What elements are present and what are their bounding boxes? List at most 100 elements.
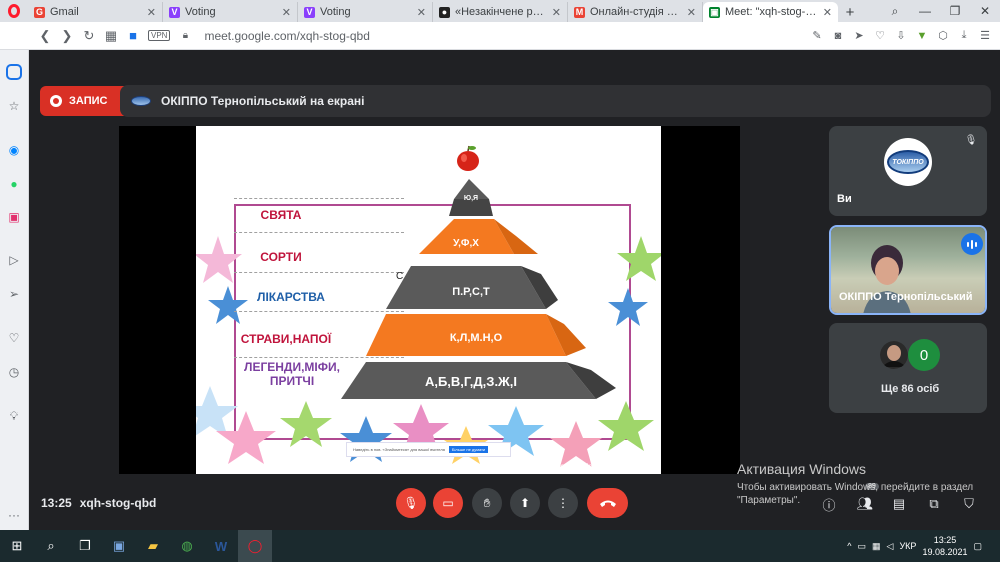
opera-menu-button[interactable] (0, 0, 28, 22)
instagram-icon[interactable]: ▣ (4, 207, 24, 227)
browser-tab[interactable]: ● «Незакінчене речення» ✕ (433, 2, 568, 22)
tab-title: Voting (320, 6, 351, 18)
maximize-button[interactable]: ❐ (940, 0, 970, 22)
word-icon[interactable]: W (204, 530, 238, 562)
gmail-icon: G (34, 6, 45, 18)
presenter-tile[interactable]: ОКІППО Тернопільський (829, 225, 987, 315)
url-field[interactable]: meet.google.com/xqh-stog-qbd (204, 29, 369, 43)
ad-banner: Наведіть в пов. «Знайомтеся» для вашої в… (346, 442, 511, 457)
present-button[interactable]: ⬆ (510, 488, 540, 518)
meeting-time: 13:25 (41, 496, 72, 510)
tray-app-icon[interactable]: ▭ (858, 541, 867, 552)
tray-arrow-icon[interactable]: ^ (847, 541, 851, 551)
camera-toggle-button[interactable]: ▭ (433, 488, 463, 518)
network-icon[interactable]: ▦ (872, 541, 881, 552)
lock-icon[interactable]: 🔒︎ (174, 25, 196, 47)
vpn-badge[interactable]: VPN (148, 30, 171, 41)
windows-taskbar: ⊞ ⌕ ❐ ▣ ▰ ◍ W ◯ ^ ▭ ▦ ◁ УКР 13:25 19.08.… (0, 530, 1000, 562)
more-icon[interactable]: ··· (4, 505, 24, 525)
self-tile[interactable]: ТОКІППО 🎙︎ Ви (829, 126, 987, 216)
stray-label: С (396, 271, 404, 282)
search-tabs-icon[interactable]: ⌕ (880, 0, 910, 22)
extension-icon[interactable]: ▼ (913, 27, 931, 45)
downloads-icon[interactable]: ⤓ (955, 27, 973, 45)
history-icon[interactable]: ◷ (4, 362, 24, 382)
file-explorer-icon[interactable]: ▰ (136, 530, 170, 562)
opera-taskbar-icon[interactable]: ◯ (238, 530, 272, 562)
phone-hangup-icon (599, 500, 616, 507)
record-icon (50, 95, 62, 107)
participant-name: Ви (837, 193, 852, 205)
browser-tab[interactable]: G Gmail ✕ (28, 2, 163, 22)
voting-icon: V (304, 6, 315, 18)
presentation-stage: СВЯТА СОРТИ ЛІКАРСТВА СТРАВИ,НАПОЇ ЛЕГЕНДИ,М… (119, 126, 740, 474)
search-icon[interactable]: ⌕ (34, 530, 68, 562)
close-tab-icon[interactable]: ✕ (417, 6, 426, 19)
raise-hand-button[interactable]: ✋︎ (472, 488, 502, 518)
screen: G Gmail ✕ V Voting ✕ V Voting ✕ ● «Незакінчене реч… (0, 0, 1000, 562)
mic-toggle-button[interactable]: 🎙︎ (396, 488, 426, 518)
participant-name: ОКІППО Тернопільський (839, 291, 973, 303)
browser-tab[interactable]: M Онлайн-студія з почат ✕ (568, 2, 703, 22)
home-icon[interactable] (6, 64, 22, 80)
close-tab-icon[interactable]: ✕ (552, 6, 561, 19)
clock[interactable]: 13:25 19.08.2021 (922, 534, 967, 558)
okippo-logo-icon: ТОКІППО (884, 138, 932, 186)
save-app-icon[interactable]: ▣ (102, 530, 136, 562)
bookmarks-icon[interactable]: ♡ (4, 328, 24, 348)
volume-icon[interactable]: ◁ (887, 541, 894, 552)
send-sidebar-icon[interactable]: ➢ (4, 284, 24, 304)
whatsapp-icon[interactable]: ● (4, 174, 24, 194)
browser-tab[interactable]: ▣ Meet: "xqh-stog-qbd" ✕ (703, 2, 838, 22)
task-view-icon[interactable]: ❐ (68, 530, 102, 562)
ad-button[interactable]: Більше не думати (448, 446, 489, 453)
player-icon[interactable]: ▷ (4, 250, 24, 270)
system-tray: ^ ▭ ▦ ◁ УКР 13:25 19.08.2021 ▢ (847, 534, 1000, 558)
new-tab-button[interactable]: + (838, 2, 862, 22)
tips-icon[interactable]: 💡︎ (4, 406, 24, 426)
presenting-label: ОКІППО Тернопільський на екрані (161, 94, 365, 108)
speaking-indicator-icon (961, 233, 983, 255)
browser-tab[interactable]: V Voting ✕ (163, 2, 298, 22)
back-button[interactable]: ❮ (34, 25, 56, 47)
language-indicator[interactable]: УКР (899, 541, 916, 551)
close-tab-icon[interactable]: ✕ (823, 6, 832, 19)
close-tab-icon[interactable]: ✕ (147, 6, 156, 19)
heart-icon[interactable]: ♡ (871, 27, 889, 45)
apple-icon (457, 145, 479, 171)
more-options-button[interactable]: ⋮ (548, 488, 578, 518)
notifications-icon[interactable]: ▢ (973, 541, 982, 552)
download-arrow-icon[interactable]: ⇩ (892, 27, 910, 45)
slide-watermark: presentation-creation.ru (553, 462, 638, 471)
menu-icon[interactable]: ☰ (976, 27, 994, 45)
close-tab-icon[interactable]: ✕ (282, 6, 291, 19)
forward-button[interactable]: ❯ (56, 25, 78, 47)
tab-title: «Незакінчене речення» (455, 6, 547, 18)
messenger-icon[interactable]: ◉ (4, 140, 24, 160)
others-tile[interactable]: 0 Ще 86 осіб (829, 323, 987, 413)
browser-tab[interactable]: V Voting ✕ (298, 2, 433, 22)
presenter-logo-icon (131, 96, 151, 106)
leave-call-button[interactable] (587, 488, 628, 518)
tab-grid-icon[interactable]: ▦ (100, 25, 122, 47)
speed-dial-icon[interactable]: ☆ (4, 96, 24, 116)
reload-button[interactable]: ↻ (78, 25, 100, 47)
activation-subtitle: Чтобы активировать Windows, перейдите в … (737, 482, 974, 506)
close-tab-icon[interactable]: ✕ (687, 6, 696, 19)
voting-icon: V (169, 6, 180, 18)
clock-date: 19.08.2021 (922, 547, 968, 557)
chrome-icon[interactable]: ◍ (170, 530, 204, 562)
start-button[interactable]: ⊞ (0, 530, 34, 562)
address-bar: ❮ ❯ ↻ ▦ ■ VPN 🔒︎ meet.google.com/xqh-sto… (0, 22, 1000, 50)
snapshot-icon[interactable]: ◙ (829, 27, 847, 45)
opera-logo-icon (8, 4, 20, 18)
cube-icon[interactable]: ⬡ (934, 27, 952, 45)
meeting-info: 13:25 xqh-stog-qbd (41, 496, 156, 510)
participant-avatar (880, 341, 908, 369)
camera-icon[interactable]: ■ (122, 25, 144, 47)
edit-icon[interactable]: ✎ (808, 27, 826, 45)
minimize-button[interactable]: — (910, 0, 940, 22)
close-window-button[interactable]: ✕ (970, 0, 1000, 22)
video-icon: ● (439, 6, 450, 18)
send-icon[interactable]: ➤ (850, 27, 868, 45)
